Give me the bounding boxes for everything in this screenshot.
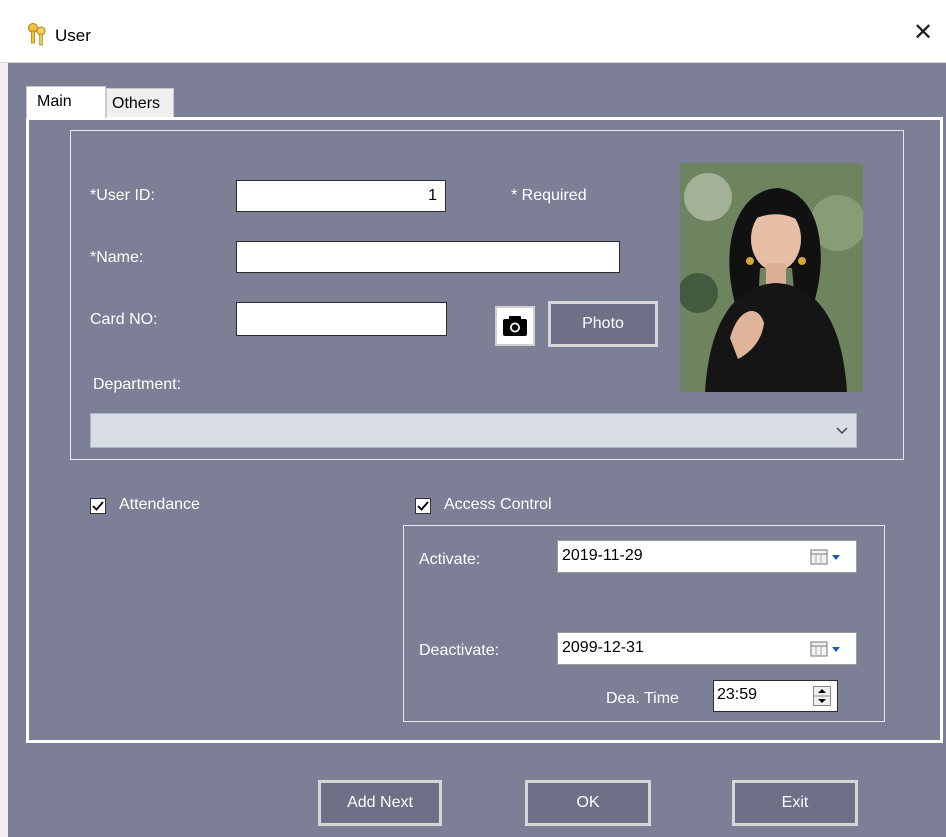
dea-time-value: 23:59 — [717, 686, 758, 703]
add-next-button[interactable]: Add Next — [318, 780, 442, 826]
attendance-label: Attendance — [119, 496, 200, 513]
user-photo — [680, 163, 863, 392]
card-no-field[interactable] — [236, 302, 447, 336]
window-edge — [0, 63, 8, 837]
close-button[interactable]: ✕ — [900, 10, 946, 56]
user-id-label: *User ID: — [90, 187, 155, 204]
access-control-label: Access Control — [444, 496, 552, 513]
camera-button[interactable] — [495, 306, 535, 346]
dea-time-spinner[interactable]: 23:59 — [713, 680, 838, 712]
calendar-icon[interactable] — [810, 549, 844, 565]
department-select[interactable] — [90, 413, 857, 448]
name-label: *Name: — [90, 249, 144, 266]
access-control-checkbox[interactable] — [415, 498, 431, 514]
window-titlebar: User ✕ — [0, 0, 946, 63]
activate-label: Activate: — [419, 551, 481, 568]
deactivate-label: Deactivate: — [419, 642, 500, 659]
ok-button[interactable]: OK — [525, 780, 651, 826]
calendar-icon[interactable] — [810, 641, 844, 657]
user-id-field[interactable]: 1 — [236, 180, 446, 212]
checkmark-icon — [92, 501, 104, 511]
tab-main[interactable]: Main — [26, 86, 106, 119]
spinner-icon[interactable] — [813, 686, 831, 706]
camera-icon — [503, 316, 527, 336]
deactivate-date-value: 2099-12-31 — [562, 639, 644, 656]
activate-date-picker[interactable]: 2019-11-29 — [557, 540, 857, 573]
department-label: Department: — [93, 376, 182, 393]
deactivate-date-picker[interactable]: 2099-12-31 — [557, 632, 857, 665]
card-no-label: Card NO: — [90, 311, 158, 328]
chevron-down-icon — [836, 427, 848, 435]
close-icon[interactable]: ✕ — [913, 19, 933, 46]
required-note: * Required — [511, 187, 587, 204]
activate-date-value: 2019-11-29 — [562, 547, 643, 564]
dea-time-label: Dea. Time — [606, 690, 679, 707]
attendance-checkbox[interactable] — [90, 498, 106, 514]
checkmark-icon — [417, 501, 429, 511]
exit-button[interactable]: Exit — [732, 780, 858, 826]
tab-others[interactable]: Others — [106, 88, 174, 118]
photo-button[interactable]: Photo — [548, 301, 658, 347]
key-icon — [28, 23, 46, 46]
window-title: User — [55, 26, 91, 45]
name-field[interactable] — [236, 241, 620, 273]
